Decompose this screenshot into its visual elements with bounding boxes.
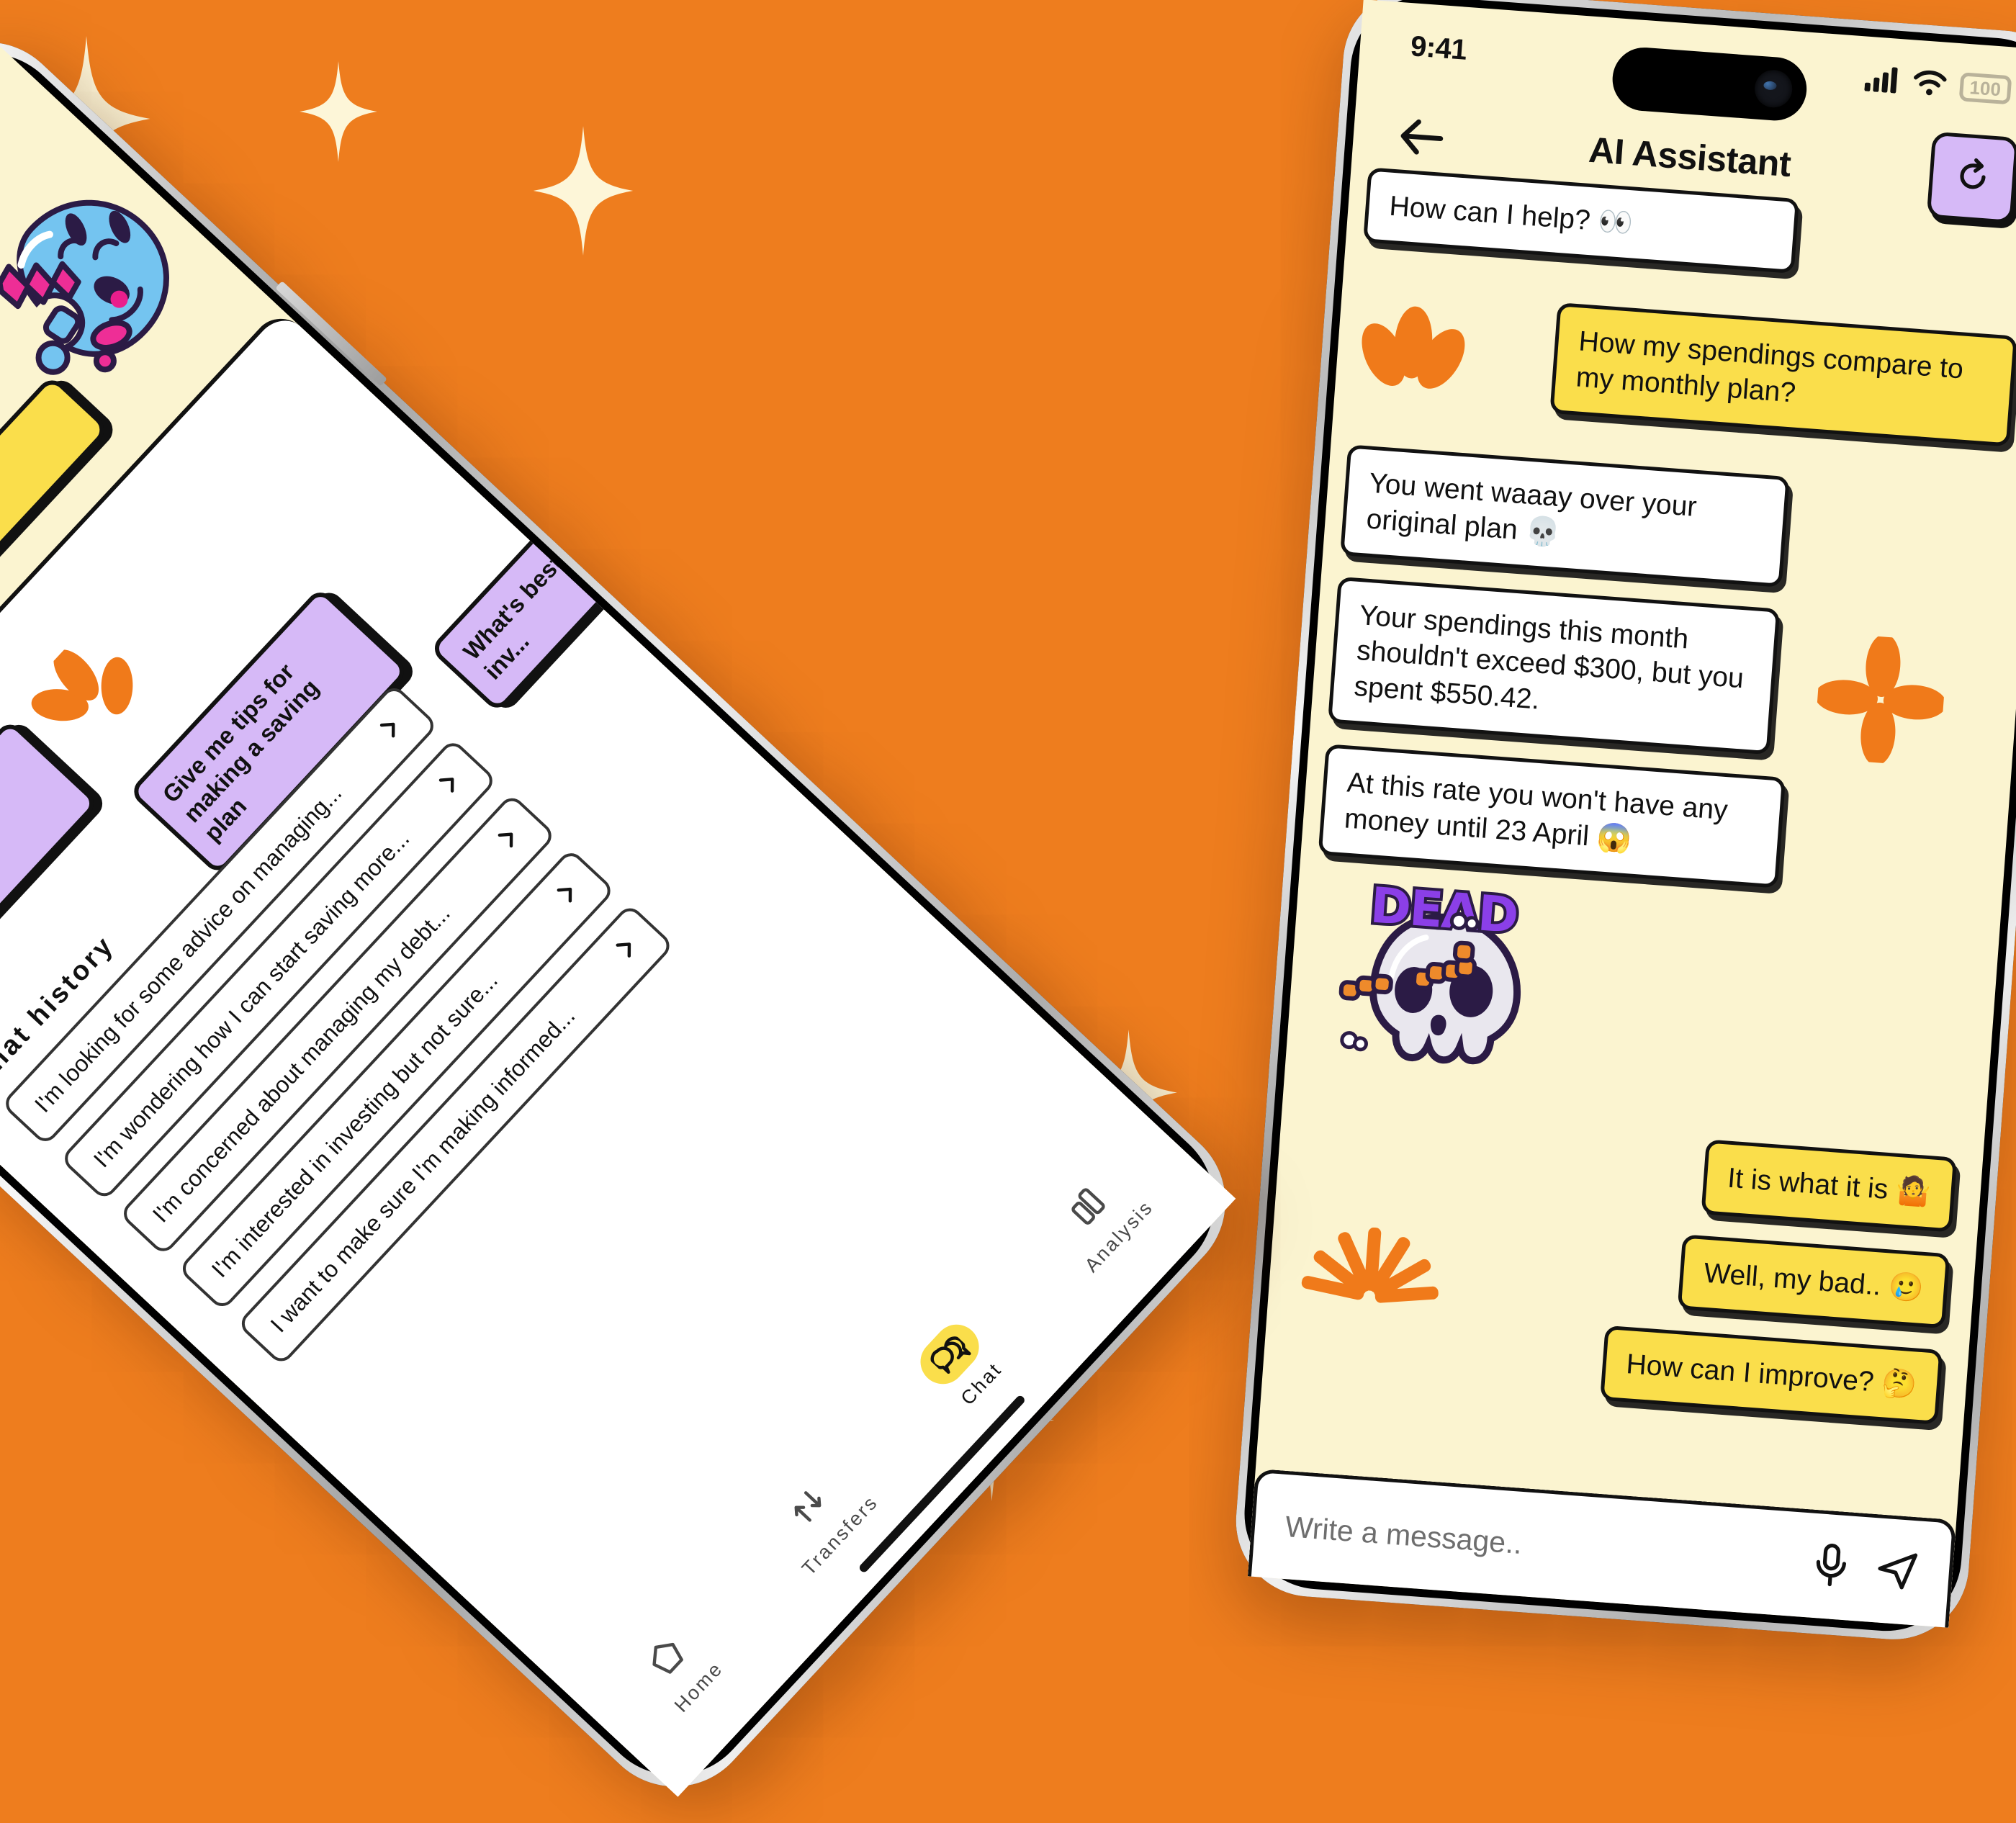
chevron-right-icon xyxy=(549,876,588,914)
chat-bubble-text: Your spendings this month shouldn't exce… xyxy=(1353,599,1745,716)
svg-text:DEAD: DEAD xyxy=(1369,878,1519,945)
chat-bubble-text: How can I help? 👀 xyxy=(1388,190,1634,240)
front-camera-icon xyxy=(1753,68,1794,109)
chat-message-list[interactable]: How can I help? 👀 How my spendings compa… xyxy=(1248,167,2016,1628)
chevron-right-icon xyxy=(372,711,411,750)
chevron-right-icon xyxy=(608,931,647,970)
chat-bubble-text: It is what it is 🤷 xyxy=(1726,1162,1932,1209)
dead-skull-sticker: DEAD xyxy=(1326,874,1974,1129)
status-icons: 100 xyxy=(1864,65,2012,105)
chevron-right-icon xyxy=(490,821,529,860)
reset-counterclockwise-icon xyxy=(1950,153,1995,202)
tab-analysis[interactable]: Analysis xyxy=(1040,1158,1158,1277)
chat-bubble-text: Well, my bad.. 🥲 xyxy=(1703,1257,1925,1305)
bottom-tab-bar: Home Transfers Chat Analysis xyxy=(572,1100,1236,1797)
sparkle-icon xyxy=(299,61,378,162)
chat-bubble-user: How my spendings compare to my monthly p… xyxy=(1549,302,2016,447)
chat-bubble-user: It is what it is 🤷 xyxy=(1701,1139,1958,1233)
chat-bubble-text: How can I improve? 🤔 xyxy=(1625,1348,1918,1401)
topic-chip[interactable]: What's best to inv... xyxy=(428,475,660,714)
ai-assistant-home: 9:41 100 AI Assistant What can I do for … xyxy=(0,32,1236,1797)
microphone-icon[interactable] xyxy=(1811,1541,1852,1593)
chat-bubble-bot: Your spendings this month shouldn't exce… xyxy=(1328,576,1781,755)
chat-row: How my spendings compare to my monthly p… xyxy=(1359,264,2016,468)
chat-bubble-text: How my spendings compare to my monthly p… xyxy=(1575,325,1965,409)
chat-bubble-bot: At this rate you won't have any money un… xyxy=(1318,744,1786,888)
send-paper-plane-icon[interactable] xyxy=(1873,1547,1920,1596)
phone-screen-left: 9:41 100 AI Assistant What can I do for … xyxy=(0,32,1236,1797)
back-button[interactable] xyxy=(1390,107,1452,168)
chat-bubble-text: At this rate you won't have any money un… xyxy=(1343,767,1729,855)
content-panel: Topics Analyze my spendings this month G… xyxy=(0,307,1236,1797)
message-input-placeholder[interactable]: Write a message.. xyxy=(1284,1510,1788,1580)
reset-chat-button[interactable] xyxy=(1926,131,2016,225)
topic-chip-label: What's best to inv... xyxy=(457,528,588,685)
phone-device-right: 9:41 100 AI Assistant How can I help? 👀 … xyxy=(1230,0,2016,1645)
chat-bubble-bot: You went waaay over your original plan 💀 xyxy=(1340,444,1790,588)
sparkle-icon xyxy=(533,126,634,256)
hmm-blob-sticker xyxy=(0,147,225,435)
wifi-icon xyxy=(1911,68,1948,100)
tab-home[interactable]: Home xyxy=(629,1619,729,1719)
phone-screen-right: 9:41 100 AI Assistant How can I help? 👀 … xyxy=(1247,0,2016,1628)
chevron-right-icon xyxy=(431,765,470,804)
tab-chat[interactable]: Chat xyxy=(911,1315,1012,1415)
chat-bubble-text: You went waaay over your original plan 💀 xyxy=(1365,467,1698,549)
cellular-bars-icon xyxy=(1864,65,1901,96)
battery-indicator: 100 xyxy=(1958,72,2012,105)
status-time: 9:41 xyxy=(1409,30,1468,66)
phone-device-left: 9:41 100 AI Assistant What can I do for … xyxy=(0,9,1259,1819)
